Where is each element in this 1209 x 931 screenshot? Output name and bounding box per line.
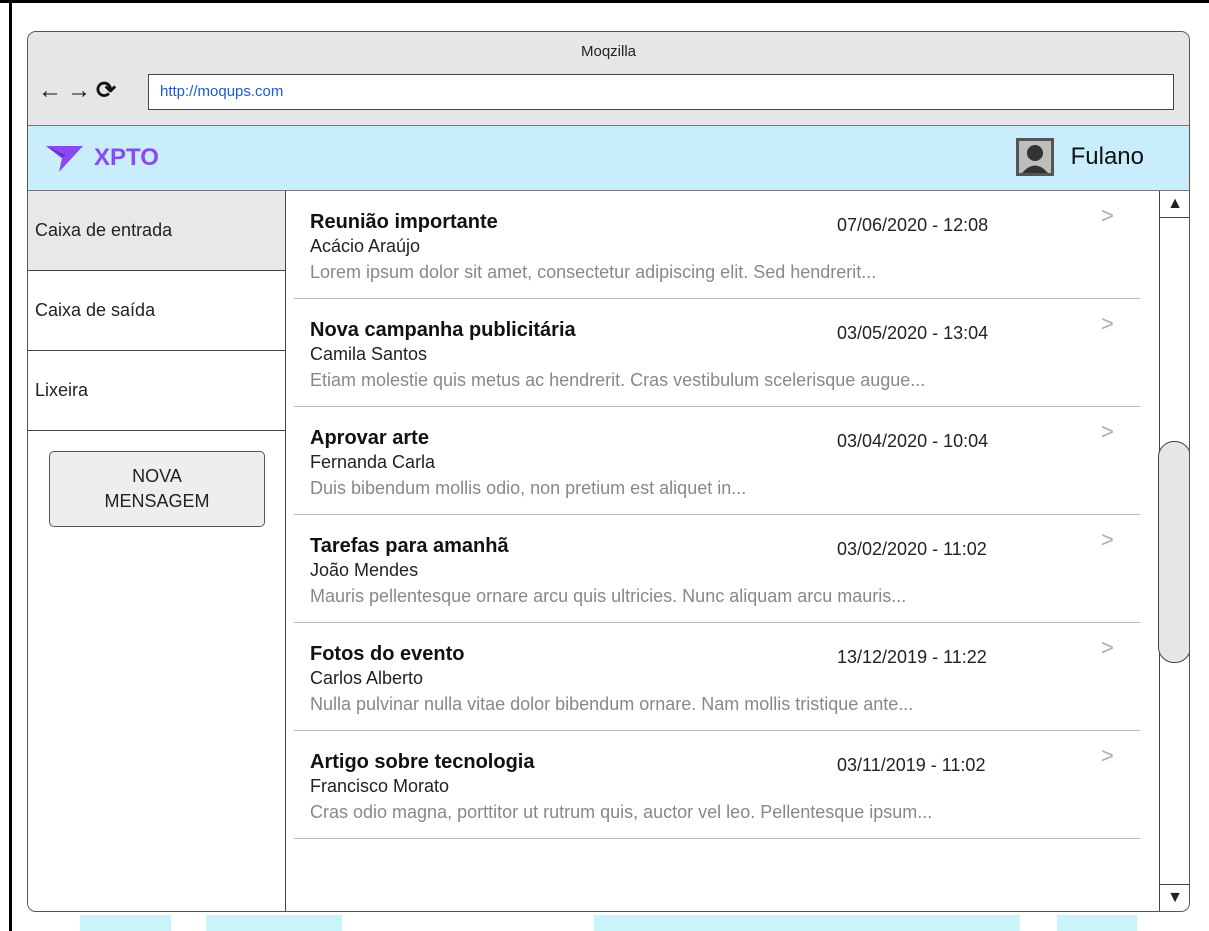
chevron-right-icon[interactable]: > (1101, 419, 1114, 445)
reload-icon[interactable]: ⟳ (96, 78, 116, 104)
message-preview: Etiam molestie quis metus ac hendrerit. … (310, 370, 926, 390)
message-subject: Artigo sobre tecnologia (310, 751, 535, 773)
frame-top-border (0, 0, 1209, 3)
sidebar: Caixa de entrada Caixa de saída Lixeira … (28, 191, 286, 911)
message-item[interactable]: Aprovar arte 03/04/2020 - 10:04 Fernanda… (294, 407, 1140, 515)
message-preview: Nulla pulvinar nulla vitae dolor bibendu… (310, 694, 914, 714)
user-name: Fulano (1070, 143, 1144, 170)
message-sender: Camila Santos (310, 344, 428, 364)
chevron-right-icon[interactable]: > (1101, 743, 1114, 769)
message-item[interactable]: Nova campanha publicitária 03/05/2020 - … (294, 299, 1140, 407)
sidebar-item-label: Caixa de entrada (35, 220, 173, 240)
new-message-button[interactable]: NOVA MENSAGEM (49, 451, 265, 527)
message-item[interactable]: Reunião importante 07/06/2020 - 12:08 Ac… (294, 191, 1140, 299)
scrollbar-divider (1160, 217, 1189, 218)
message-list: Reunião importante 07/06/2020 - 12:08 Ac… (286, 191, 1159, 911)
chevron-right-icon[interactable]: > (1101, 527, 1114, 553)
user-avatar-icon (1015, 138, 1054, 176)
message-preview: Lorem ipsum dolor sit amet, consectetur … (310, 262, 877, 282)
message-sender: Fernanda Carla (310, 452, 436, 472)
url-input[interactable]: http://moqups.com (148, 74, 1174, 110)
window-title: Moqzilla (580, 43, 637, 60)
bottom-highlight-strip (80, 915, 171, 931)
message-date: 13/12/2019 - 11:22 (837, 647, 987, 667)
message-preview: Duis bibendum mollis odio, non pretium e… (310, 478, 747, 498)
message-sender: Francisco Morato (310, 776, 450, 796)
chevron-right-icon[interactable]: > (1101, 203, 1114, 229)
sidebar-item-outbox[interactable]: Caixa de saída (28, 271, 285, 351)
scroll-up-icon[interactable]: ▲ (1160, 191, 1189, 217)
sidebar-item-trash[interactable]: Lixeira (28, 351, 285, 431)
scroll-down-icon[interactable]: ▼ (1160, 884, 1189, 911)
browser-chrome: Moqzilla ← → ⟳ http://moqups.com (28, 32, 1189, 126)
logo-text: XPTO (94, 144, 159, 171)
back-arrow-icon[interactable]: ← (38, 78, 62, 104)
user-menu[interactable]: Fulano (1015, 138, 1144, 176)
message-date: 03/11/2019 - 11:02 (837, 755, 986, 775)
message-subject: Nova campanha publicitária (310, 319, 576, 341)
message-subject: Reunião importante (310, 211, 498, 233)
bottom-highlight-strip (1057, 915, 1137, 931)
frame-left-border (9, 0, 12, 931)
message-subject: Aprovar arte (310, 427, 429, 449)
message-preview: Cras odio magna, porttitor ut rutrum qui… (310, 802, 933, 822)
bottom-highlight-strip (594, 915, 1020, 931)
message-preview: Mauris pellentesque ornare arcu quis ult… (310, 586, 907, 606)
sidebar-item-label: Caixa de saída (35, 300, 156, 320)
message-subject: Fotos do evento (310, 643, 465, 665)
message-item[interactable]: Artigo sobre tecnologia 03/11/2019 - 11:… (294, 731, 1140, 839)
message-sender: Carlos Alberto (310, 668, 424, 688)
message-item[interactable]: Tarefas para amanhã 03/02/2020 - 11:02 J… (294, 515, 1140, 623)
message-sender: João Mendes (310, 560, 419, 580)
browser-nav: ← → ⟳ (38, 78, 116, 104)
message-sender: Acácio Araújo (310, 236, 421, 256)
chevron-right-icon[interactable]: > (1101, 635, 1114, 661)
browser-window: Moqzilla ← → ⟳ http://moqups.com XPTO Fu… (27, 31, 1190, 912)
message-subject: Tarefas para amanhã (310, 535, 509, 557)
forward-arrow-icon[interactable]: → (67, 78, 91, 104)
sidebar-item-label: Lixeira (35, 380, 89, 400)
paper-plane-icon (46, 146, 83, 172)
app-header: XPTO Fulano (28, 126, 1189, 191)
message-date: 03/05/2020 - 13:04 (837, 323, 989, 343)
vertical-scrollbar[interactable]: ▲ ▼ (1158, 191, 1189, 911)
message-date: 07/06/2020 - 12:08 (837, 215, 989, 235)
sidebar-item-inbox[interactable]: Caixa de entrada (28, 191, 285, 271)
message-date: 03/02/2020 - 11:02 (837, 539, 987, 559)
bottom-highlight-strip (206, 915, 342, 931)
logo[interactable]: XPTO (46, 143, 159, 173)
message-date: 03/04/2020 - 10:04 (837, 431, 989, 451)
message-item[interactable]: Fotos do evento 13/12/2019 - 11:22 Carlo… (294, 623, 1140, 731)
scrollbar-thumb[interactable] (1158, 441, 1189, 663)
chevron-right-icon[interactable]: > (1101, 311, 1114, 337)
